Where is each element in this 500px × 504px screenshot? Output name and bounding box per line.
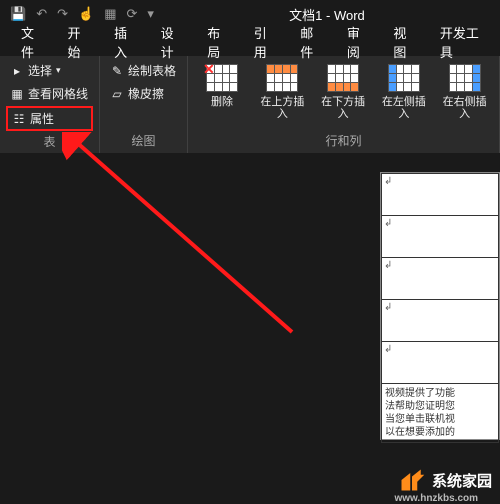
draw-table-button[interactable]: ✎ 绘制表格 [106, 60, 181, 81]
gridlines-button[interactable]: ▦ 查看网格线 [6, 83, 93, 104]
delete-button[interactable]: ✕ 删除 [194, 60, 250, 120]
pencil-icon: ✎ [110, 64, 124, 78]
group-draw-label: 绘图 [106, 130, 181, 151]
insert-above-button[interactable]: 在上方插入 [254, 60, 311, 120]
insert-below-icon [326, 63, 360, 93]
insert-right-label: 在右侧插入 [441, 96, 488, 120]
insert-above-icon [265, 63, 299, 93]
table-cell[interactable]: ↲ [382, 174, 499, 216]
draw-label: 绘制表格 [128, 62, 176, 79]
insert-above-label: 在上方插入 [259, 96, 306, 120]
group-rows-cols: ✕ 删除 在上方插入 在下方插入 在左侧插入 [188, 56, 500, 153]
table-cell[interactable]: ↲ [382, 258, 499, 300]
insert-below-button[interactable]: 在下方插入 [315, 60, 372, 120]
group-table-label: 表 [6, 131, 93, 152]
delete-label: 删除 [211, 96, 233, 108]
group-rows-cols-label: 行和列 [194, 130, 493, 151]
text-line: 当您单击联机视 [385, 413, 495, 426]
gridlines-label: 查看网格线 [28, 85, 88, 102]
properties-button[interactable]: ☷ 属性 [6, 106, 93, 131]
watermark-text: 系统家园 [432, 470, 492, 491]
text-line: 视频提供了功能 [385, 387, 495, 400]
watermark: 系统家园 www.hnzkbs.com [398, 466, 492, 494]
table-cell-text[interactable]: 视频提供了功能 法帮助您证明您 当您单击联机视 以在想要添加的 [382, 384, 499, 443]
insert-left-button[interactable]: 在左侧插入 [376, 60, 433, 120]
ribbon: ▸ 选择 ▾ ▦ 查看网格线 ☷ 属性 表 ✎ 绘制表格 ▱ 橡皮擦 [0, 56, 500, 154]
properties-label: 属性 [30, 110, 54, 127]
ribbon-tabs: 文件 开始 插入 设计 布局 引用 邮件 审阅 视图 开发工具 [0, 28, 500, 56]
insert-right-icon [448, 63, 482, 93]
text-line: 法帮助您证明您 [385, 400, 495, 413]
delete-icon: ✕ [205, 63, 239, 93]
table-cell[interactable]: ↲ [382, 300, 499, 342]
document-table[interactable]: ↲ ↲ ↲ ↲ ↲ 视频提供了功能 法帮助您证明您 当您单击联机视 以在想要添加… [381, 173, 499, 443]
table-cell[interactable]: ↲ [382, 216, 499, 258]
insert-right-button[interactable]: 在右侧插入 [436, 60, 493, 120]
eraser-label: 橡皮擦 [128, 85, 164, 102]
text-line: 以在想要添加的 [385, 426, 495, 439]
grid-icon: ▦ [10, 87, 24, 101]
insert-left-icon [387, 63, 421, 93]
watermark-logo-icon [398, 466, 426, 494]
select-button[interactable]: ▸ 选择 ▾ [6, 60, 93, 81]
insert-left-label: 在左侧插入 [381, 96, 428, 120]
select-label: 选择 [28, 62, 52, 79]
cursor-icon: ▸ [10, 64, 24, 78]
group-draw: ✎ 绘制表格 ▱ 橡皮擦 绘图 [100, 56, 188, 153]
watermark-url: www.hnzkbs.com [394, 493, 478, 504]
properties-icon: ☷ [12, 112, 26, 126]
insert-below-label: 在下方插入 [320, 96, 367, 120]
eraser-button[interactable]: ▱ 橡皮擦 [106, 83, 181, 104]
eraser-icon: ▱ [110, 87, 124, 101]
group-table: ▸ 选择 ▾ ▦ 查看网格线 ☷ 属性 表 [0, 56, 100, 153]
document-page[interactable]: ↲ ↲ ↲ ↲ ↲ 视频提供了功能 法帮助您证明您 当您单击联机视 以在想要添加… [380, 172, 500, 440]
chevron-down-icon: ▾ [56, 65, 61, 76]
table-cell[interactable]: ↲ [382, 342, 499, 384]
